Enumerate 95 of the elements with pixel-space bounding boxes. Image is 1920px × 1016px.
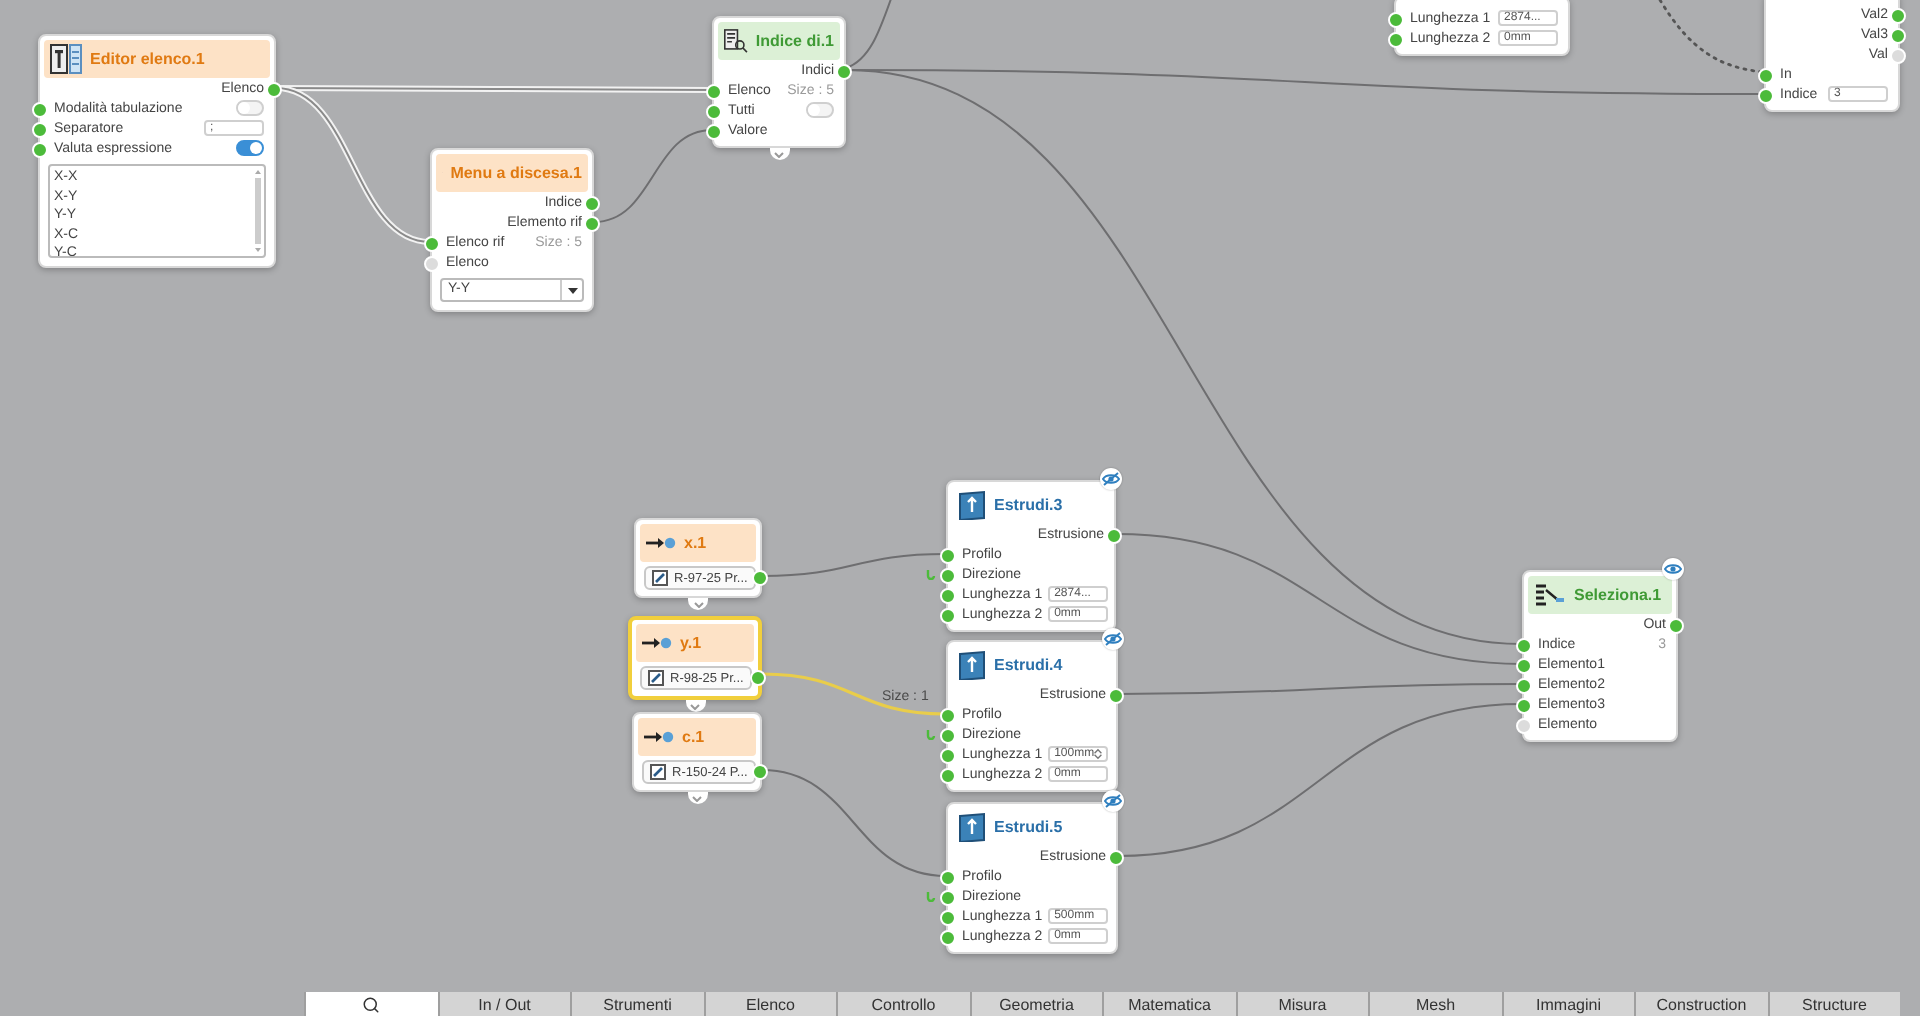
node-title: x.1: [684, 534, 707, 552]
expand-handle[interactable]: [685, 700, 705, 712]
port-dot[interactable]: [32, 102, 48, 118]
extrude-icon: [958, 812, 986, 842]
port-dot[interactable]: [940, 890, 956, 906]
port-dot[interactable]: [1388, 32, 1404, 48]
port-dot[interactable]: [940, 548, 956, 564]
port-dot[interactable]: [584, 216, 600, 232]
port-dot[interactable]: [1668, 618, 1684, 634]
category-tab[interactable]: Immagini: [1501, 992, 1634, 1016]
expand-handle[interactable]: [688, 598, 708, 610]
port-dot[interactable]: [940, 728, 956, 744]
node-title: Estrudi.3: [994, 496, 1063, 514]
node-title: Menu a discesa.1: [450, 164, 582, 182]
lines-selector-icon: [1534, 581, 1566, 609]
port-dot[interactable]: [750, 670, 766, 686]
category-tab[interactable]: Structure: [1767, 992, 1900, 1016]
pencil-icon: [652, 570, 668, 586]
hook-icon: [926, 568, 936, 580]
search-icon: [362, 995, 381, 1013]
port-dot[interactable]: [1516, 698, 1532, 714]
port-dot[interactable]: [1758, 68, 1774, 84]
port-dot[interactable]: [706, 104, 722, 120]
port-dot[interactable]: [424, 256, 440, 272]
port-dot[interactable]: [1516, 678, 1532, 694]
port-dot[interactable]: [32, 122, 48, 138]
port-dot[interactable]: [940, 568, 956, 584]
port-dot[interactable]: [1108, 688, 1124, 704]
expand-handle[interactable]: [769, 148, 789, 160]
port-dot[interactable]: [1890, 28, 1906, 44]
port-dot[interactable]: [1106, 528, 1122, 544]
toggle-switch[interactable]: [806, 102, 834, 118]
port-dot[interactable]: [32, 142, 48, 158]
port-dot[interactable]: [940, 748, 956, 764]
port-dot[interactable]: [940, 708, 956, 724]
port-dot[interactable]: [1890, 48, 1906, 64]
pencil-icon: [648, 670, 664, 686]
category-tab[interactable]: Strumenti: [570, 992, 703, 1016]
scrollbar-icon[interactable]: [252, 166, 264, 256]
toggle-switch[interactable]: [236, 100, 264, 116]
node-title: Seleziona.1: [1574, 586, 1662, 604]
node-title: y.1: [680, 634, 702, 652]
port-dot[interactable]: [1516, 658, 1532, 674]
port-dot[interactable]: [1758, 88, 1774, 104]
port-dot[interactable]: [940, 608, 956, 624]
port-dot[interactable]: [584, 196, 600, 212]
port-dot[interactable]: [940, 588, 956, 604]
port-dot[interactable]: [1516, 638, 1532, 654]
node-title: c.1: [682, 728, 705, 746]
node-title: Estrudi.5: [994, 818, 1063, 836]
eye-off-icon[interactable]: [1100, 468, 1122, 490]
eye-icon[interactable]: [1662, 558, 1684, 580]
expand-handle[interactable]: [687, 792, 707, 804]
port-dot[interactable]: [1388, 12, 1404, 28]
port-dot[interactable]: [424, 236, 440, 252]
node-title: Editor elenco.1: [90, 50, 205, 68]
search-tab[interactable]: [304, 992, 437, 1016]
port-dot[interactable]: [1516, 718, 1532, 734]
hook-icon: [926, 728, 936, 740]
port-dot[interactable]: [1890, 8, 1906, 24]
port-dot[interactable]: [752, 764, 768, 780]
pencil-icon: [650, 764, 666, 780]
text-list-icon: [50, 44, 82, 74]
eye-off-icon[interactable]: [1102, 628, 1124, 650]
node-title: Estrudi.4: [994, 656, 1063, 674]
port-dot[interactable]: [940, 930, 956, 946]
category-tab[interactable]: Matematica: [1102, 992, 1235, 1016]
category-tab[interactable]: Geometria: [969, 992, 1102, 1016]
port-dot[interactable]: [706, 124, 722, 140]
hook-icon: [926, 890, 936, 902]
toggle-switch[interactable]: [236, 140, 264, 156]
port-dot[interactable]: [836, 64, 852, 80]
node-title: Indice di.1: [755, 32, 834, 50]
stepper-icon[interactable]: [1094, 748, 1103, 760]
eye-off-icon[interactable]: [1102, 790, 1124, 812]
port-dot[interactable]: [752, 570, 768, 586]
extrude-icon: [958, 650, 986, 680]
port-dot[interactable]: [1108, 850, 1124, 866]
extrude-icon: [958, 490, 986, 520]
arrow-to-dot-icon: [642, 636, 672, 650]
port-dot[interactable]: [940, 910, 956, 926]
category-tab[interactable]: Elenco: [703, 992, 836, 1016]
category-tab[interactable]: In / Out: [437, 992, 570, 1016]
category-tab[interactable]: Mesh: [1368, 992, 1501, 1016]
port-dot[interactable]: [266, 82, 282, 98]
port-dot[interactable]: [940, 870, 956, 886]
caret-icon: [567, 287, 577, 293]
port-dot[interactable]: [706, 84, 722, 100]
document-search-icon: [724, 26, 748, 56]
arrow-to-dot-icon: [646, 536, 676, 550]
arrow-to-dot-icon: [644, 730, 674, 744]
category-tab[interactable]: Construction: [1634, 992, 1767, 1016]
category-tab[interactable]: Misura: [1235, 992, 1368, 1016]
category-tab[interactable]: Controllo: [836, 992, 969, 1016]
port-dot[interactable]: [940, 768, 956, 784]
